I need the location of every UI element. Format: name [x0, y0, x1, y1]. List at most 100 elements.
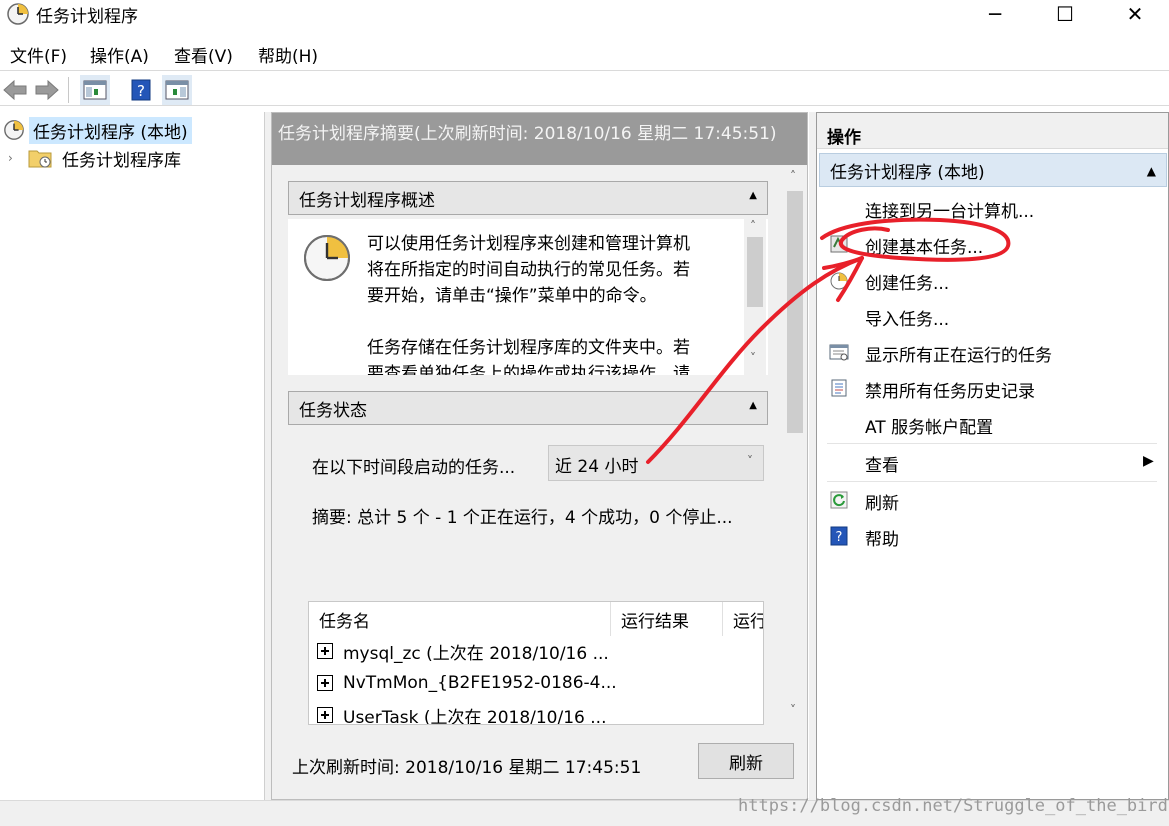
last-refresh-text: 上次刷新时间: 2018/10/16 星期二 17:45:51: [292, 758, 642, 778]
submenu-arrow-icon: ▶: [1143, 453, 1154, 469]
task-status-table: 任务名 运行结果 运行 mysql_zc (上次在 2018/10/16 ...…: [308, 601, 764, 725]
svg-text:?: ?: [137, 82, 145, 100]
task-scheduler-clock-icon: [7, 3, 29, 25]
folder-clock-icon: [28, 150, 52, 168]
period-dropdown[interactable]: 近 24 小时 ˅: [548, 445, 764, 481]
task-row-name: UserTask (上次在 2018/10/16 ...: [343, 707, 607, 725]
action-label: 查看: [865, 456, 899, 476]
running-tasks-icon: [829, 344, 849, 361]
forward-arrow-icon[interactable]: [32, 75, 62, 105]
task-summary: 摘要: 总计 5 个 - 1 个正在运行，4 个成功，0 个停止...: [312, 508, 733, 528]
menu-file[interactable]: 文件(F): [10, 42, 67, 67]
scroll-down-icon[interactable]: ˅: [750, 351, 756, 365]
minimize-button[interactable]: ─: [960, 0, 1030, 28]
svg-text:?: ?: [836, 530, 843, 545]
action-connect-computer[interactable]: 连接到另一台计算机...: [817, 191, 1168, 225]
action-disable-history[interactable]: 禁用所有任务历史记录: [817, 371, 1168, 405]
action-create-basic-task[interactable]: 创建基本任务...: [817, 227, 1168, 261]
action-label: AT 服务帐户配置: [865, 418, 994, 438]
close-button[interactable]: ✕: [1100, 0, 1169, 28]
overview-line: 将在所指定的时间自动执行的常见任务。若: [367, 260, 690, 280]
collapse-up-icon[interactable]: ▲: [749, 190, 757, 201]
table-row[interactable]: mysql_zc (上次在 2018/10/16 ...: [309, 636, 609, 666]
action-help[interactable]: ? 帮助: [817, 519, 1168, 553]
overview-line: 可以使用任务计划程序来创建和管理计算机: [367, 234, 690, 254]
status-section-header[interactable]: 任务状态 ▲: [288, 391, 768, 425]
maximize-button[interactable]: ☐: [1030, 0, 1100, 28]
task-row-name: mysql_zc (上次在 2018/10/16 ...: [343, 643, 609, 664]
show-hide-console-tree-icon[interactable]: [80, 75, 110, 105]
expand-plus-icon[interactable]: [317, 643, 333, 659]
create-task-icon: [830, 272, 848, 290]
chevron-down-icon: ˅: [747, 454, 753, 468]
toolbar-divider: [68, 77, 69, 103]
overview-line: 要开始，请单击“操作”菜单中的命令。: [367, 286, 657, 306]
tree-item-local-scheduler[interactable]: 任务计划程序 (本地): [0, 116, 192, 144]
action-label: 导入任务...: [865, 310, 950, 330]
overview-scrollbar[interactable]: ˄ ˅: [744, 219, 766, 375]
column-header-run-result[interactable]: 运行结果: [611, 602, 723, 636]
action-view[interactable]: 查看 ▶: [817, 445, 1168, 479]
tree-item-task-library[interactable]: › 任务计划程序库: [8, 146, 181, 171]
overview-section-header[interactable]: 任务计划程序概述 ▲: [288, 181, 768, 215]
actions-divider: [827, 481, 1157, 482]
actions-pane: 操作 任务计划程序 (本地) ▲ 连接到另一台计算机... 创建基本任务... …: [816, 112, 1169, 800]
back-arrow-icon[interactable]: [0, 75, 30, 105]
menu-action[interactable]: 操作(A): [90, 42, 149, 67]
show-hide-action-pane-icon[interactable]: [162, 75, 192, 105]
watermark: https://blog.csdn.net/Struggle_of_the_bi…: [738, 796, 1168, 816]
console-tree: 任务计划程序 (本地) › 任务计划程序库: [0, 112, 265, 800]
help-icon[interactable]: ?: [126, 75, 156, 105]
expand-plus-icon[interactable]: [317, 675, 333, 691]
menu-help[interactable]: 帮助(H): [258, 42, 318, 67]
summary-pane: 任务计划程序摘要(上次刷新时间: 2018/10/16 星期二 17:45:51…: [271, 112, 808, 800]
menu-bar: 文件(F) 操作(A) 查看(V) 帮助(H): [0, 38, 1169, 68]
action-label: 连接到另一台计算机...: [865, 202, 1035, 222]
title-bar: 任务计划程序 ─ ☐ ✕: [0, 0, 1169, 30]
action-label: 禁用所有任务历史记录: [865, 382, 1035, 402]
actions-group-label: 任务计划程序 (本地): [830, 162, 985, 183]
overview-description: 可以使用任务计划程序来创建和管理计算机 将在所指定的时间自动执行的常见任务。若 …: [367, 231, 717, 375]
action-label: 刷新: [865, 494, 899, 514]
scroll-down-icon[interactable]: ˅: [790, 703, 796, 717]
overview-line: 任务存储在任务计划程序库的文件夹中。若: [367, 338, 690, 358]
action-at-service-config[interactable]: AT 服务帐户配置: [817, 407, 1168, 441]
chevron-right-icon[interactable]: ›: [8, 151, 28, 165]
actions-title: 操作: [817, 113, 1168, 149]
clock-icon: [4, 120, 24, 140]
action-create-task[interactable]: 创建任务...: [817, 263, 1168, 297]
column-header-run[interactable]: 运行: [723, 602, 763, 636]
scrollbar-thumb[interactable]: [747, 237, 763, 307]
action-label: 创建基本任务...: [865, 238, 984, 258]
actions-group-header[interactable]: 任务计划程序 (本地) ▲: [819, 153, 1167, 187]
history-icon: [831, 379, 847, 397]
collapse-up-icon[interactable]: ▲: [749, 400, 757, 411]
scrollbar-thumb[interactable]: [787, 191, 803, 433]
action-import-task[interactable]: 导入任务...: [817, 299, 1168, 333]
table-row[interactable]: NvTmMon_{B2FE1952-0186-4...: [309, 668, 617, 698]
action-label: 创建任务...: [865, 274, 950, 294]
help-icon: ?: [830, 526, 848, 546]
period-value: 近 24 小时: [555, 457, 639, 477]
column-header-task-name[interactable]: 任务名: [309, 602, 611, 636]
refresh-button[interactable]: 刷新: [698, 743, 794, 779]
period-label: 在以下时间段启动的任务...: [312, 458, 516, 478]
refresh-icon: [830, 491, 848, 509]
tree-child-label: 任务计划程序库: [62, 150, 181, 171]
action-show-running-tasks[interactable]: 显示所有正在运行的任务: [817, 335, 1168, 369]
scroll-up-icon[interactable]: ˄: [750, 219, 756, 233]
expand-plus-icon[interactable]: [317, 707, 333, 723]
menu-view[interactable]: 查看(V): [174, 42, 233, 67]
table-row[interactable]: UserTask (上次在 2018/10/16 ...: [309, 700, 607, 725]
action-refresh[interactable]: 刷新: [817, 483, 1168, 517]
scroll-up-icon[interactable]: ˄: [790, 169, 796, 183]
task-row-name: NvTmMon_{B2FE1952-0186-4...: [343, 673, 617, 693]
overview-line: 要查看单独任务上的操作或执行该操作，请: [367, 364, 690, 375]
actions-divider: [827, 443, 1157, 444]
action-label: 显示所有正在运行的任务: [865, 346, 1052, 366]
pane-splitter-right[interactable]: [809, 112, 816, 800]
summary-scrollbar[interactable]: ˄ ˅: [784, 165, 806, 725]
summary-header: 任务计划程序摘要(上次刷新时间: 2018/10/16 星期二 17:45:51…: [272, 113, 807, 165]
clock-icon: [304, 235, 350, 281]
collapse-up-icon[interactable]: ▲: [1147, 164, 1156, 178]
